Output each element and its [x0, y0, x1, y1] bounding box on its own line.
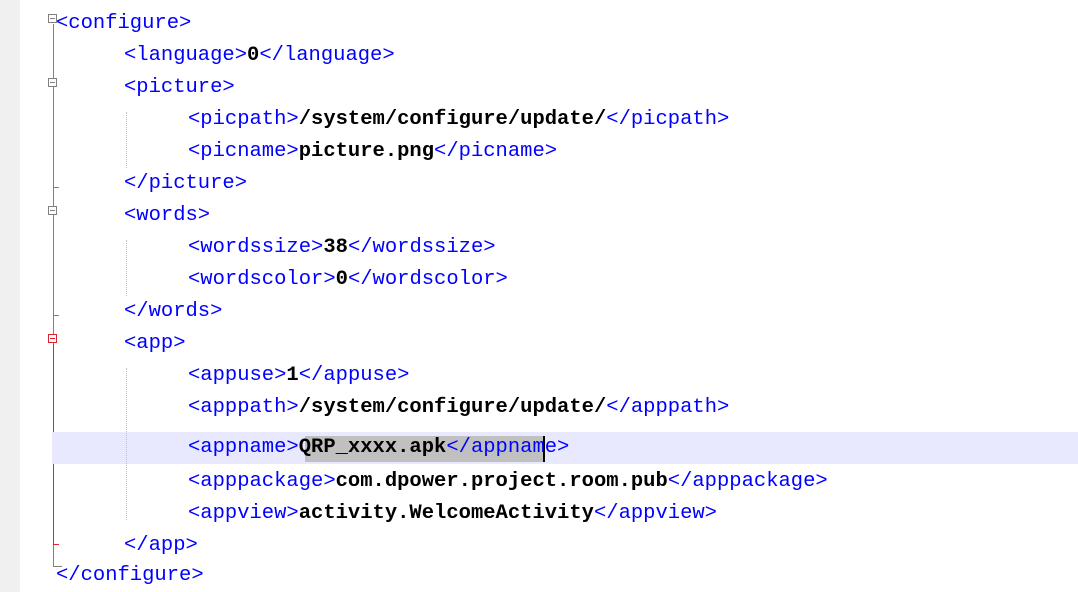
tag-value: 0 [247, 44, 260, 67]
indent-guide [126, 240, 127, 296]
code-editor[interactable]: <configure> <language>0</language> <pict… [0, 0, 1078, 592]
tag-value: activity.WelcomeActivity [298, 502, 594, 525]
fold-toggle-picture[interactable] [48, 78, 57, 87]
code-line[interactable]: </picture> [124, 168, 247, 200]
line-margin[interactable] [0, 0, 20, 592]
fold-end-words [53, 315, 59, 316]
fold-end-picture [53, 187, 59, 188]
code-line[interactable]: <appview>activity.WelcomeActivity</appvi… [188, 498, 717, 530]
tag-close: </wordscolor> [347, 268, 508, 291]
tag-close: </configure> [56, 564, 204, 587]
code-line[interactable]: <wordscolor>0</wordscolor> [188, 264, 508, 296]
tag-value: 1 [286, 364, 299, 387]
tag-value: 38 [323, 236, 348, 259]
tag-open: <appname> [188, 436, 299, 459]
code-line[interactable]: <language>0</language> [124, 40, 395, 72]
code-line[interactable]: </configure> [56, 560, 204, 592]
tag-open: <picpath> [188, 108, 299, 131]
tag-close: </apppath> [606, 396, 730, 419]
code-line[interactable]: <words> [124, 200, 210, 232]
code-line[interactable]: <configure> [56, 8, 191, 40]
code-line[interactable]: <picpath>/system/configure/update/</picp… [188, 104, 729, 136]
tag-close: </appname> [446, 436, 570, 459]
code-line[interactable]: <apppath>/system/configure/update/</appp… [188, 392, 729, 424]
tag-value: /system/configure/update/ [298, 396, 607, 419]
tag-close: </app> [124, 534, 198, 557]
tag-close: </picpath> [606, 108, 730, 131]
tag-open: <app> [124, 332, 186, 355]
tag-open: <wordscolor> [188, 268, 336, 291]
selected-text: QRP_xxxx.apk [298, 436, 447, 459]
code-line[interactable]: <wordssize>38</wordssize> [188, 232, 496, 264]
tag-value: 0 [335, 268, 348, 291]
fold-end-app [53, 544, 59, 545]
tag-open: <language> [124, 44, 248, 67]
tag-close: </picname> [434, 140, 558, 163]
fold-toggle-app[interactable] [48, 334, 57, 343]
tag-open: <apppackage> [188, 470, 336, 493]
code-line[interactable]: <apppackage>com.dpower.project.room.pub<… [188, 466, 828, 498]
tag-open: <appuse> [188, 364, 287, 387]
tag-open: <words> [124, 204, 211, 227]
indent-guide [126, 112, 127, 168]
tag-close: </apppackage> [667, 470, 828, 493]
code-line-current[interactable]: <appname>QRP_xxxx.apk</appname> [188, 432, 569, 464]
tag-close: </appview> [593, 502, 717, 525]
tag-value: picture.png [298, 140, 435, 163]
tag-value: com.dpower.project.room.pub [335, 470, 668, 493]
text-caret [543, 436, 545, 462]
code-line[interactable]: <picname>picture.png</picname> [188, 136, 557, 168]
fold-margin[interactable] [20, 0, 62, 592]
tag-close: </words> [124, 300, 223, 323]
tag-open: <picture> [124, 76, 235, 99]
code-line[interactable]: <picture> [124, 72, 235, 104]
tag-value: /system/configure/update/ [298, 108, 607, 131]
code-line[interactable]: </words> [124, 296, 222, 328]
tag-open: <wordssize> [188, 236, 324, 259]
tag-open: <picname> [188, 140, 299, 163]
code-line[interactable]: <app> [124, 328, 186, 360]
code-line[interactable]: </app> [124, 530, 198, 562]
tag-open: <appview> [188, 502, 299, 525]
tag-open: <configure> [56, 12, 192, 35]
tag-close: </appuse> [298, 364, 410, 387]
tag-close: </language> [259, 44, 395, 67]
tag-open: <apppath> [188, 396, 299, 419]
tag-close: </wordssize> [347, 236, 496, 259]
fold-toggle-words[interactable] [48, 206, 57, 215]
tag-close: </picture> [124, 172, 248, 195]
code-line[interactable]: <appuse>1</appuse> [188, 360, 409, 392]
indent-guide [126, 368, 127, 520]
